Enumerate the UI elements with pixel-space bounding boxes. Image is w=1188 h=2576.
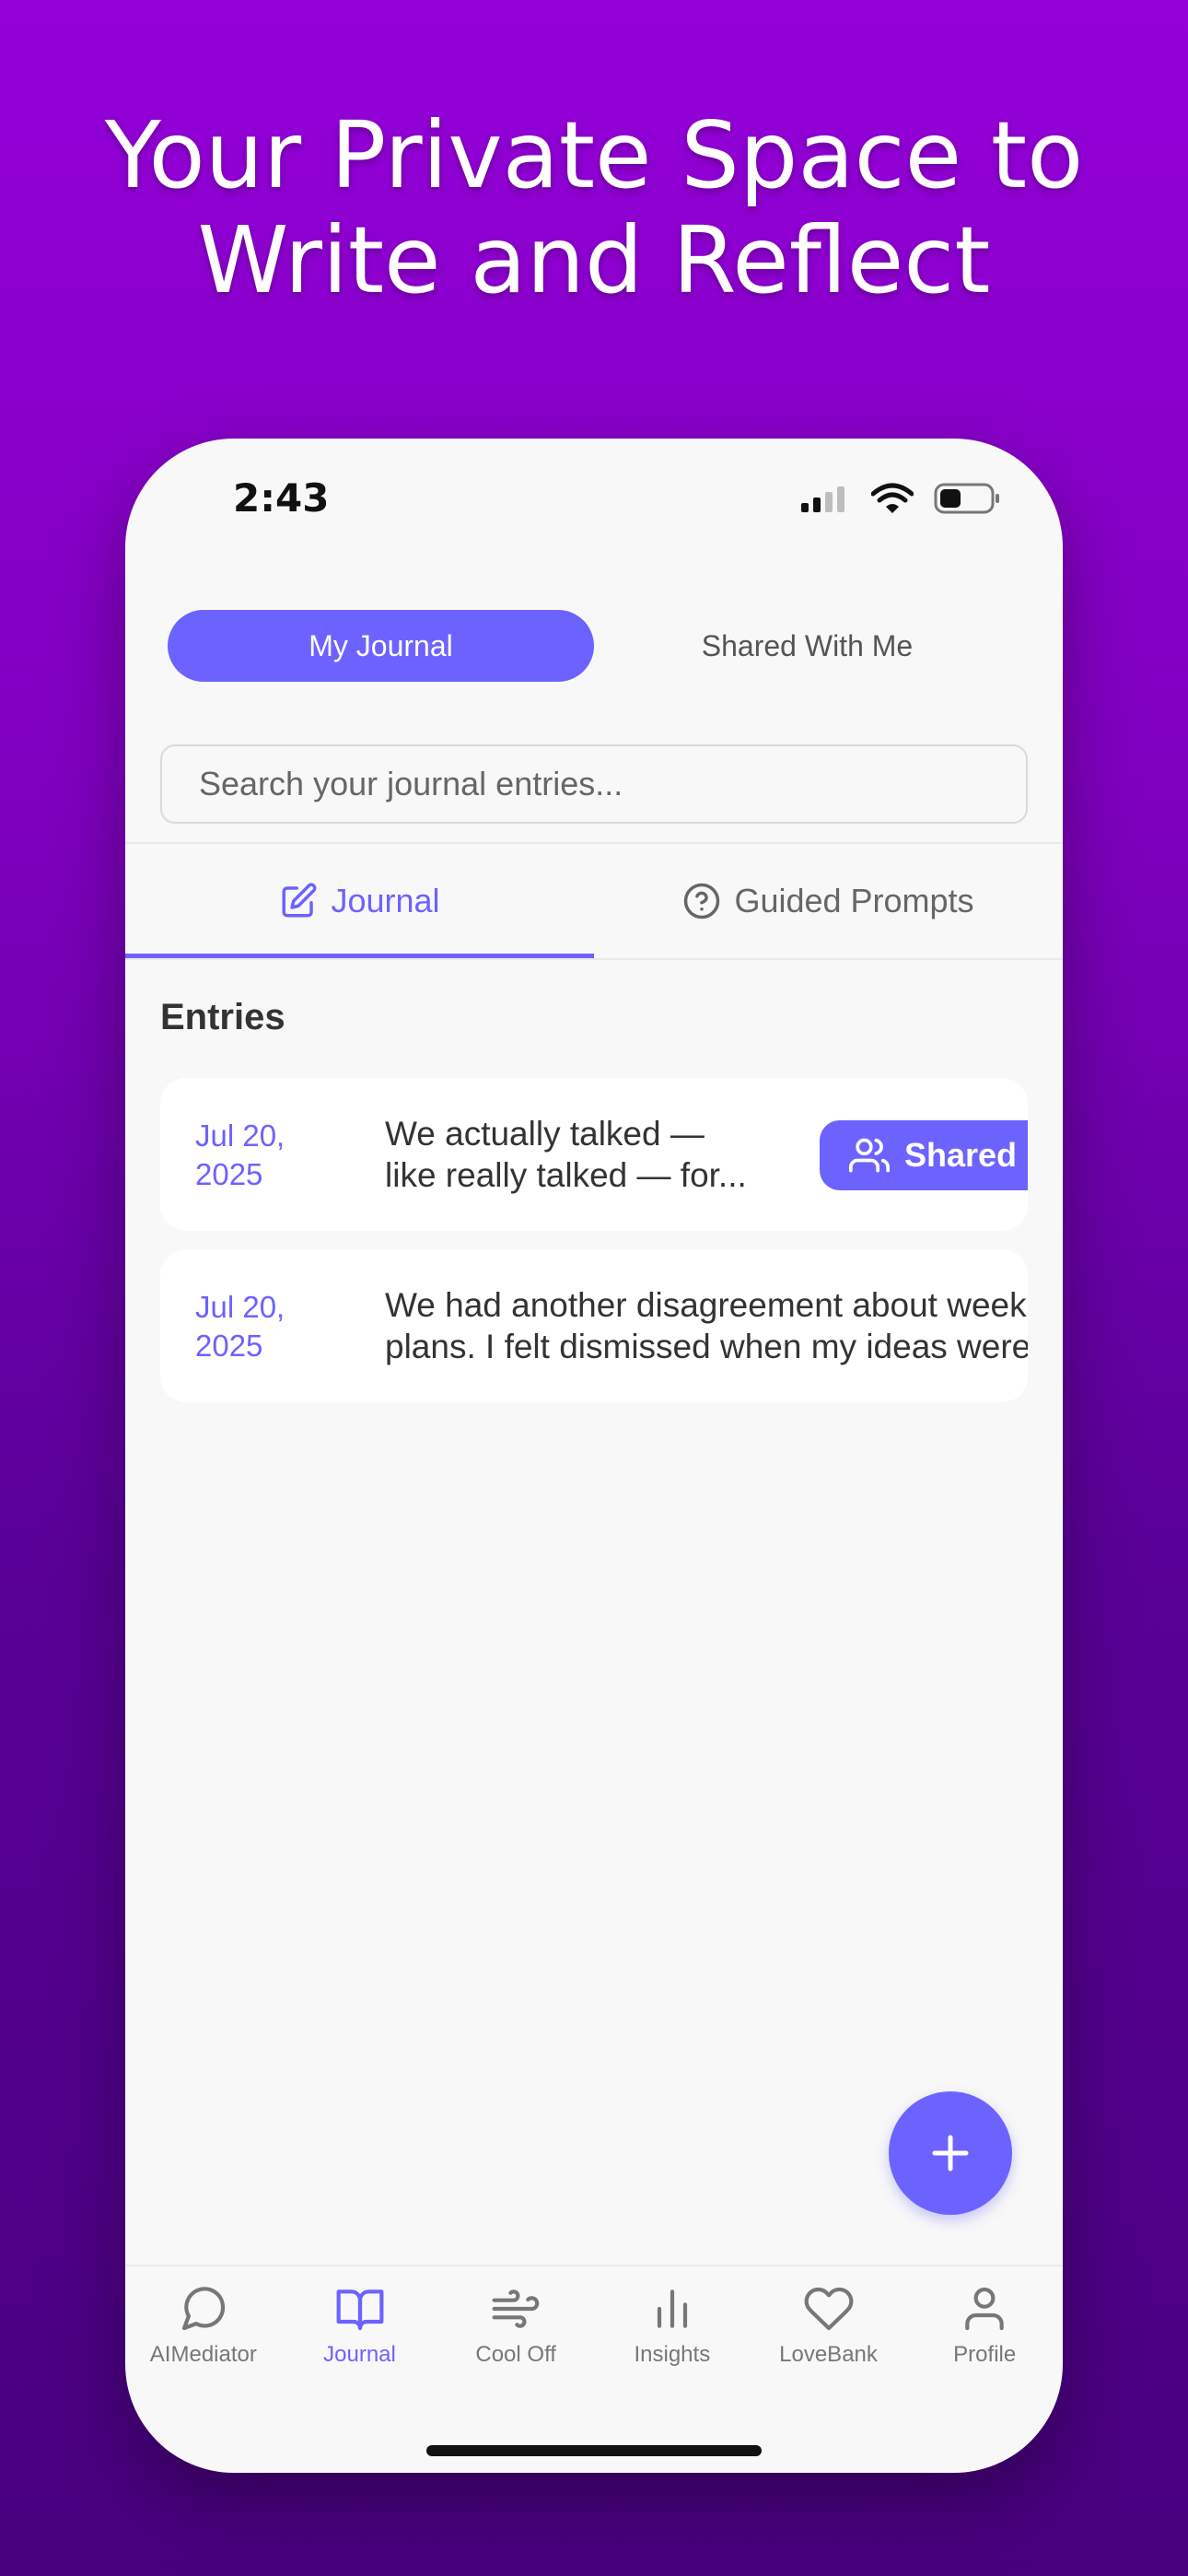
signal-icon <box>801 486 844 512</box>
nav-cool-off[interactable]: Cool Off <box>437 2266 594 2395</box>
entry-preview: We had another disagreement about weeken… <box>385 1284 1028 1367</box>
status-icons <box>799 483 1002 514</box>
divider <box>125 958 1063 960</box>
content-tabs: Journal Guided Prompts <box>125 844 1063 958</box>
nav-aimediator[interactable]: AIMediator <box>125 2266 282 2395</box>
search-input[interactable] <box>197 764 1026 804</box>
entry-preview-line: like really talked — for... <box>385 1156 747 1194</box>
headline: Your Private Space to Write and Reflect <box>0 103 1188 313</box>
tab-guided-prompts[interactable]: Guided Prompts <box>594 844 1063 958</box>
edit-icon <box>282 883 317 918</box>
person-icon <box>965 2287 1004 2331</box>
tab-guided-prompts-label: Guided Prompts <box>734 882 974 919</box>
add-entry-button[interactable] <box>889 2091 1012 2215</box>
nav-label: Profile <box>953 2342 1017 2367</box>
entry-date-line: Jul 20, <box>195 1290 285 1324</box>
nav-insights[interactable]: Insights <box>594 2266 751 2395</box>
nav-label: Insights <box>634 2342 711 2367</box>
entry-preview-line: plans. I felt dismissed when my ideas we… <box>385 1328 1028 1365</box>
shared-badge[interactable]: Shared <box>820 1120 1028 1190</box>
entry-preview-line: We had another disagreement about weeken… <box>385 1286 1028 1324</box>
help-circle-icon <box>684 883 720 919</box>
bottom-nav: AIMediator Journal Cool Off Insights Lov… <box>125 2266 1063 2395</box>
open-book-icon <box>336 2289 383 2331</box>
nav-profile[interactable]: Profile <box>906 2266 1063 2395</box>
entry-date: Jul 20, 2025 <box>195 1288 352 1365</box>
entry-date-line: 2025 <box>195 1329 263 1363</box>
entry-date: Jul 20, 2025 <box>195 1117 352 1194</box>
search-box <box>160 744 1028 824</box>
battery-icon <box>934 483 999 514</box>
wifi-icon <box>871 483 914 513</box>
entry-date-line: 2025 <box>195 1157 263 1191</box>
shared-with-me-button[interactable]: Shared With Me <box>594 610 1020 682</box>
journal-switcher: My Journal Shared With Me <box>168 610 1020 682</box>
wind-icon <box>492 2289 540 2328</box>
nav-label: Cool Off <box>475 2342 556 2367</box>
nav-journal[interactable]: Journal <box>282 2266 438 2395</box>
nav-label: Journal <box>323 2342 396 2367</box>
my-journal-button[interactable]: My Journal <box>168 610 594 682</box>
status-time: 2:43 <box>233 475 330 521</box>
nav-label: AIMediator <box>149 2342 257 2367</box>
journal-entry-card[interactable]: Jul 20, 2025 We had another disagreement… <box>160 1249 1028 1402</box>
shared-badge-label: Shared <box>904 1136 1018 1174</box>
heart-icon <box>804 2287 853 2331</box>
nav-lovebank[interactable]: LoveBank <box>751 2266 907 2395</box>
chat-bubble-icon <box>181 2287 225 2331</box>
entry-preview: We actually talked — like really talked … <box>385 1113 747 1196</box>
entries-title: Entries <box>160 997 285 1037</box>
entry-preview-line: We actually talked — <box>385 1115 705 1153</box>
users-icon <box>849 1138 890 1173</box>
headline-line-1: Your Private Space to <box>104 101 1084 209</box>
entry-date-line: Jul 20, <box>195 1118 285 1153</box>
plus-icon <box>932 2135 969 2172</box>
headline-line-2: Write and Reflect <box>197 206 991 314</box>
tab-journal-label: Journal <box>331 882 440 919</box>
journal-entry-card[interactable]: Jul 20, 2025 We actually talked — like r… <box>160 1078 1028 1231</box>
phone-screen: 2:43 My Journal Shared With Me Search yo… <box>125 439 1063 2473</box>
tab-journal[interactable]: Journal <box>125 844 594 958</box>
home-indicator <box>426 2445 762 2456</box>
nav-label: LoveBank <box>779 2342 878 2367</box>
bar-chart-icon <box>657 2289 687 2328</box>
